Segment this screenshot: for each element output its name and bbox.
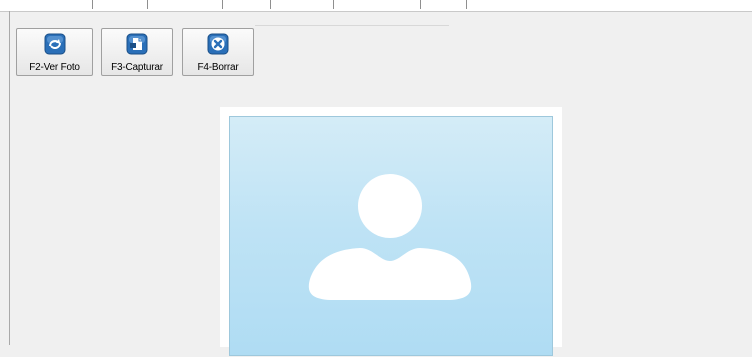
- borrar-label: F4-Borrar: [197, 62, 239, 73]
- tab-separator: [222, 0, 223, 9]
- top-tab-strip: [0, 0, 752, 12]
- tab-separator: [270, 0, 271, 9]
- tab-separator: [333, 0, 334, 9]
- borrar-button[interactable]: F4-Borrar: [182, 28, 254, 76]
- capturar-label: F3-Capturar: [111, 62, 163, 73]
- refresh-camera-icon: [44, 33, 66, 55]
- tab-separator: [92, 0, 93, 9]
- panel-border: [9, 11, 10, 345]
- tab-separator: [466, 0, 467, 9]
- tab-separator: [147, 0, 148, 9]
- capturar-button[interactable]: F3-Capturar: [101, 28, 173, 76]
- ver-foto-label: F2-Ver Foto: [29, 62, 80, 73]
- tab-separator: [420, 0, 421, 9]
- delete-x-icon: [207, 33, 229, 55]
- photo-frame: [220, 107, 562, 356]
- user-silhouette-icon: [308, 174, 472, 300]
- divider: [255, 25, 449, 26]
- ver-foto-button[interactable]: F2-Ver Foto: [16, 28, 93, 76]
- photo-placeholder: [229, 116, 553, 356]
- capture-document-icon: [126, 33, 148, 55]
